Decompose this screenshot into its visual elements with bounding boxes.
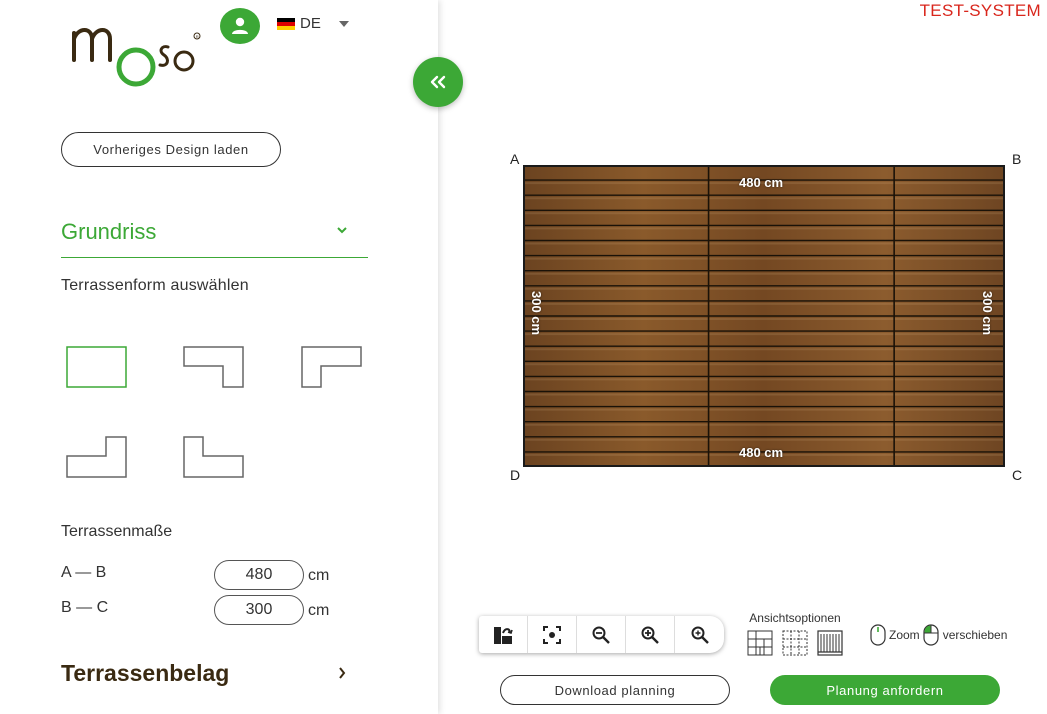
shape-select-label: Terrassenform auswählen — [61, 277, 249, 294]
caret-down-icon — [338, 20, 349, 27]
grundriss-section-header[interactable]: Grundriss — [61, 215, 368, 258]
measure-right: 300 cm — [980, 291, 995, 336]
dim-bc-unit: cm — [308, 602, 330, 619]
download-planning-button[interactable]: Download planning — [500, 675, 730, 705]
german-flag-icon — [277, 17, 295, 30]
view-options: Ansichtsoptionen — [742, 611, 848, 656]
collapse-sidebar-button[interactable] — [413, 57, 463, 107]
shape-notch-top-left-option[interactable] — [66, 436, 128, 478]
shape-notch-bottom-right-option[interactable] — [301, 346, 363, 388]
sidebar: R moso DE Vorheriges Design laden Grundr… — [0, 0, 438, 714]
zoom-out-button[interactable] — [577, 616, 626, 653]
reset-layout-icon — [494, 626, 513, 644]
terrassenbelag-title: Terrassenbelag — [61, 660, 230, 686]
terrassenbelag-section-header[interactable]: Terrassenbelag — [61, 660, 351, 694]
grundriss-title: Grundriss — [61, 219, 157, 244]
chevron-down-icon — [337, 227, 347, 234]
measure-left: 300 cm — [529, 291, 544, 336]
load-previous-design-button[interactable]: Vorheriges Design laden — [61, 132, 281, 167]
board-lines — [523, 165, 1005, 467]
view-boards-icon[interactable] — [817, 630, 843, 656]
shape-rectangle-option[interactable] — [66, 346, 128, 388]
reset-layout-button[interactable] — [479, 616, 528, 653]
view-substructure-icon[interactable] — [747, 630, 773, 656]
shape-notch-top-right-option[interactable] — [183, 436, 245, 478]
move-help-label: verschieben — [942, 628, 1008, 642]
mouse-scroll-icon — [870, 624, 886, 646]
terrace-plan[interactable] — [523, 165, 1005, 467]
mouse-help: Zoom verschieben — [870, 624, 1007, 646]
zoom-help-label: Zoom — [889, 628, 920, 642]
dim-ab-label: A — B — [61, 564, 107, 581]
corner-d-label: D — [510, 467, 521, 483]
shape-notch-bottom-left-option[interactable] — [183, 346, 245, 388]
dim-ab-input[interactable] — [214, 560, 304, 590]
zoom-out-icon — [592, 626, 610, 644]
user-account-button[interactable] — [220, 8, 260, 44]
dim-bc-input[interactable] — [214, 595, 304, 625]
mouse-left-click-icon — [923, 624, 939, 646]
zoom-area-icon — [691, 626, 709, 644]
zoom-in-icon — [641, 626, 659, 644]
chevron-right-icon — [339, 667, 346, 679]
user-icon — [232, 17, 248, 34]
test-system-label: TEST-SYSTEM — [919, 1, 1041, 20]
language-selector[interactable]: DE — [277, 15, 349, 32]
fit-to-screen-button[interactable] — [528, 616, 577, 653]
moso-logo: R moso — [72, 28, 201, 87]
request-planning-button[interactable]: Planung anfordern — [770, 675, 1000, 705]
corner-c-label: C — [1012, 467, 1023, 483]
corner-b-label: B — [1012, 151, 1022, 167]
zoom-in-button[interactable] — [626, 616, 675, 653]
dim-ab-unit: cm — [308, 567, 330, 584]
dim-bc-label: B — C — [61, 599, 109, 616]
double-chevron-left-icon — [430, 75, 446, 89]
measure-top: 480 cm — [739, 175, 784, 190]
zoom-area-button[interactable] — [675, 616, 724, 653]
measure-bottom: 480 cm — [739, 445, 784, 460]
corner-a-label: A — [510, 151, 520, 167]
view-options-label: Ansichtsoptionen — [749, 611, 841, 625]
fit-to-screen-icon — [543, 625, 561, 644]
view-grid-icon[interactable] — [782, 630, 808, 656]
plan-toolbar — [479, 616, 724, 653]
language-code: DE — [300, 15, 321, 32]
svg-text:R: R — [196, 34, 199, 39]
dimensions-label: Terrassenmaße — [61, 523, 173, 540]
